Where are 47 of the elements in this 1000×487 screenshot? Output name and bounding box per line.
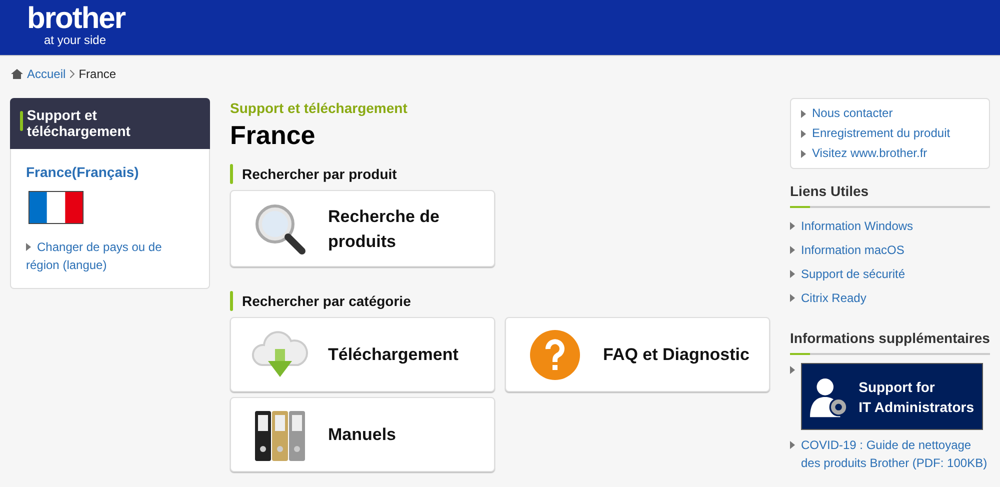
category-card[interactable]: Téléchargement (230, 317, 495, 392)
chevron-icon (70, 70, 75, 78)
triangle-icon (801, 150, 806, 158)
eyebrow-title: Support et téléchargement (230, 99, 408, 117)
useful-link[interactable]: Information macOS (801, 241, 904, 259)
quick-link[interactable]: Nous contacter (812, 105, 893, 122)
triangle-icon (790, 246, 795, 254)
useful-link[interactable]: Support de sécurité (801, 265, 906, 283)
question-icon (528, 328, 580, 380)
triangle-icon (790, 270, 795, 278)
useful-link[interactable]: Information Windows (801, 217, 914, 235)
section-title: Liens Utiles (790, 181, 990, 208)
triangle-icon (26, 243, 31, 251)
brand-logo[interactable]: brother at your side (27, 5, 132, 47)
breadcrumb-current: France (78, 66, 116, 83)
country-name: France(Français) (26, 163, 139, 182)
triangle-icon (801, 130, 806, 138)
triangle-icon (801, 110, 806, 118)
triangle-icon (790, 294, 795, 302)
logo-tagline: at your side (43, 33, 108, 47)
category-card[interactable]: Recherche de produits (230, 190, 495, 267)
section-title: Informations supplémentaires (790, 328, 990, 355)
sidebar-title: Support et téléchargement (26, 107, 132, 140)
triangle-icon (790, 441, 795, 449)
card-label: Recherche de produits (328, 206, 440, 252)
triangle-icon (790, 222, 795, 230)
section-heading: Rechercher par produit (242, 164, 397, 184)
section-heading: Rechercher par catégorie (242, 292, 411, 311)
triangle-icon (790, 366, 795, 374)
quick-link[interactable]: Visitez www.brother.fr (812, 145, 928, 162)
change-country-link[interactable]: Changer de pays ou de région (langue) (26, 238, 194, 274)
it-admin-banner[interactable]: Support for IT Administrators (801, 363, 983, 430)
france-flag-icon (26, 191, 86, 224)
logo-wordmark: brother (27, 5, 126, 33)
useful-link[interactable]: Citrix Ready (801, 289, 866, 307)
card-label: FAQ et Diagnostic (603, 344, 750, 366)
home-icon (11, 69, 23, 79)
breadcrumb-link[interactable]: Accueil (27, 65, 66, 83)
banner-line: Support for (858, 378, 936, 396)
quick-link[interactable]: Enregistrement du produit (812, 125, 950, 142)
card-label: Téléchargement (328, 344, 460, 366)
banner-line: IT Administrators (858, 398, 974, 416)
covid-guide-link[interactable]: COVID-19 : Guide de nettoyage des produits Brother (PDF: 100KB) (801, 436, 990, 472)
card-label: Manuels (328, 424, 398, 446)
category-card[interactable]: Manuels (230, 397, 495, 472)
category-card[interactable]: FAQ et Diagnostic (505, 317, 770, 392)
page-title: France (230, 119, 316, 151)
